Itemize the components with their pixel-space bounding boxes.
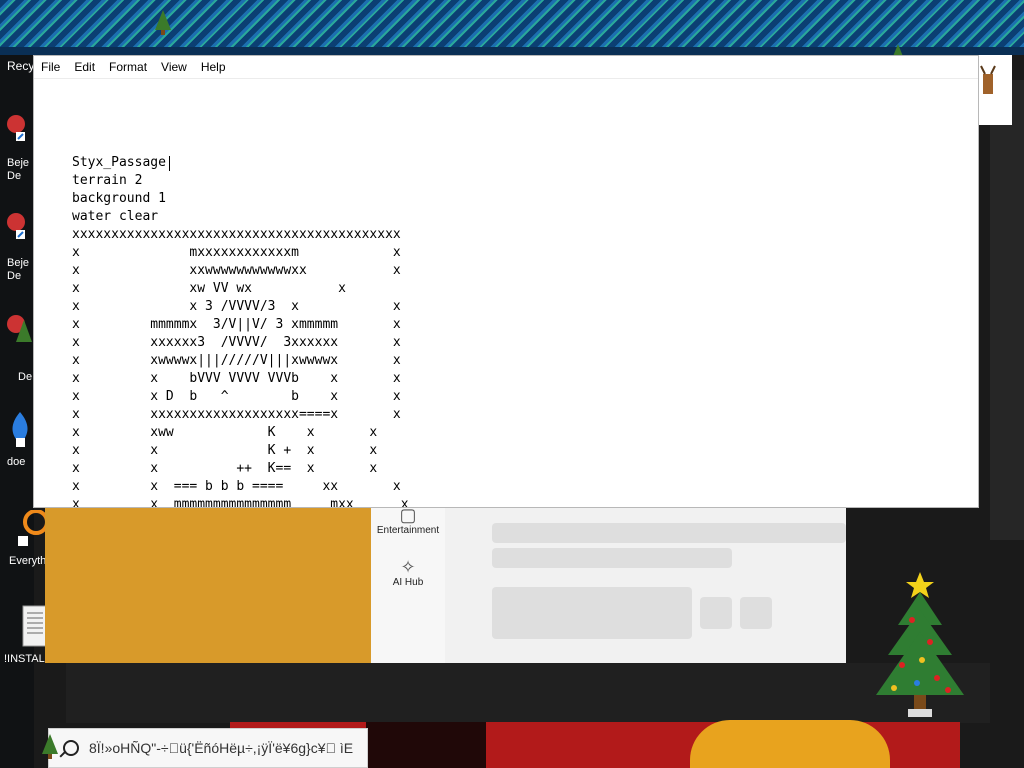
divider: [34, 78, 978, 79]
loading-skeleton: [492, 587, 692, 639]
nav-entertainment[interactable]: ▢ Entertainment: [371, 505, 445, 536]
app-content-loading: [445, 505, 846, 663]
loading-skeleton: [492, 523, 846, 543]
menu-edit[interactable]: Edit: [67, 60, 102, 74]
background-window-edge: [990, 80, 1024, 540]
shortcut-icon[interactable]: [6, 210, 34, 239]
search-icon: [63, 740, 79, 756]
taskbar-search-box[interactable]: 8Ï!»oHÑQ"-÷ ü{'ËñóHëµ÷,¡ÿÏ'ë¥6g}c¥  ìE: [48, 728, 368, 768]
christmas-tree-icon: [155, 10, 171, 35]
desktop-icon-label[interactable]: De: [18, 371, 32, 384]
shortcut-icon[interactable]: [6, 410, 34, 447]
search-app-icon[interactable]: [6, 509, 49, 546]
christmas-tree-icon: [42, 734, 58, 759]
nav-ai-hub[interactable]: ✧ AI Hub: [371, 557, 445, 588]
entertainment-icon: ▢: [399, 505, 417, 525]
text-editor[interactable]: Styx_Passage terrain 2 background 1 wate…: [72, 154, 409, 507]
background-app-window: ▢ Entertainment ✧ AI Hub: [45, 505, 846, 663]
desktop-icon-label[interactable]: doe: [7, 456, 25, 469]
menu-format[interactable]: Format: [102, 60, 154, 74]
loading-skeleton: [700, 597, 732, 629]
desktop-icon-label[interactable]: Beje De: [7, 257, 29, 283]
desktop-icon-label[interactable]: Recy: [7, 59, 34, 73]
search-input[interactable]: 8Ï!»oHÑQ"-÷ ü{'ËñóHëµ÷,¡ÿÏ'ë¥6g}c¥  ìE: [89, 740, 353, 756]
nav-label: Entertainment: [376, 525, 440, 536]
christmas-tree-icon: [876, 572, 964, 717]
wallpaper-fragment: [690, 720, 890, 768]
nav-label: AI Hub: [392, 577, 424, 588]
menu-bar: File Edit Format View Help: [34, 56, 978, 78]
menu-view[interactable]: View: [154, 60, 194, 74]
background-window: [66, 663, 990, 723]
wallpaper-fragment: [366, 722, 486, 768]
ai-hub-icon: ✧: [400, 557, 416, 577]
app-banner: [45, 505, 371, 663]
desktop-icon-label[interactable]: !INSTAL: [4, 653, 45, 666]
shortcut-icon[interactable]: [6, 312, 34, 342]
menu-help[interactable]: Help: [194, 60, 233, 74]
text-caret: [169, 156, 170, 171]
loading-skeleton: [492, 548, 732, 568]
notepad-window[interactable]: File Edit Format View Help Styx_Passage …: [33, 55, 979, 508]
app-nav-rail: ▢ Entertainment ✧ AI Hub: [371, 505, 445, 663]
menu-file[interactable]: File: [34, 60, 67, 74]
desktop-icon-label[interactable]: Beje De: [7, 157, 29, 183]
desktop-icon-label[interactable]: Everyth: [9, 555, 46, 568]
shortcut-icon[interactable]: [6, 112, 34, 141]
loading-skeleton: [740, 597, 772, 629]
